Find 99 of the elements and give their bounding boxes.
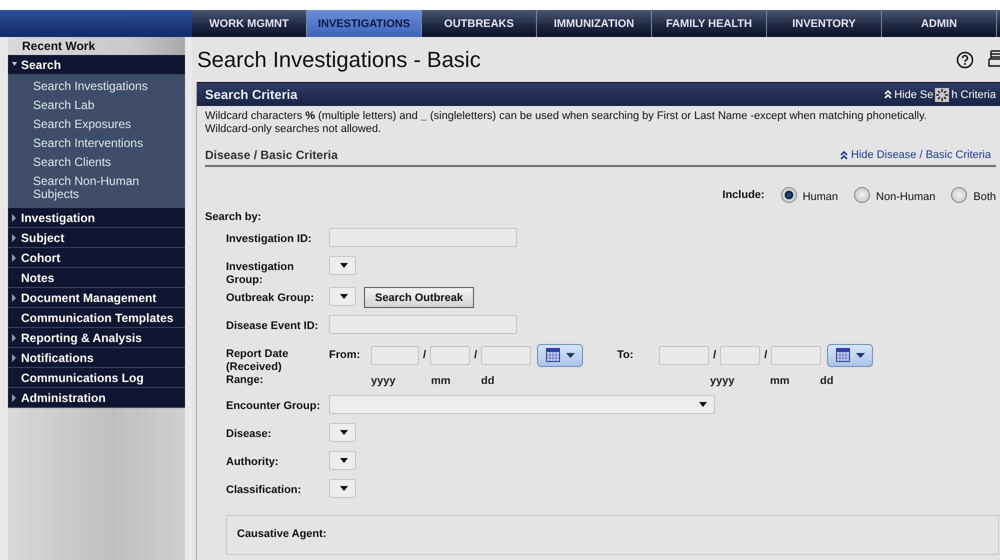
nav-tab[interactable]: FAMILY HEALTH bbox=[652, 10, 767, 37]
nav-tab[interactable]: OUTBREAKS bbox=[422, 10, 537, 37]
causative-agent-label: Causative Agent: bbox=[237, 528, 328, 540]
day-input[interactable] bbox=[771, 346, 822, 364]
date-format-hint: mm bbox=[770, 375, 791, 387]
calendar-icon bbox=[836, 348, 850, 362]
section-title: Disease / Basic Criteria bbox=[205, 148, 338, 162]
date-separator: / bbox=[713, 349, 716, 361]
year-input[interactable] bbox=[659, 346, 710, 364]
date-label: To: bbox=[617, 349, 634, 361]
dropdown-arrow-icon bbox=[566, 352, 575, 358]
calendar-button[interactable] bbox=[827, 344, 874, 366]
loading-spinner-icon bbox=[935, 88, 950, 102]
field-label: Outbreak Group: bbox=[226, 291, 316, 306]
sidebar-item[interactable]: Notifications bbox=[8, 348, 185, 368]
field-label: Disease Event ID: bbox=[226, 319, 320, 334]
dropdown-arrow-icon bbox=[340, 294, 348, 299]
printer-icon[interactable] bbox=[988, 50, 1000, 70]
day-input[interactable] bbox=[481, 346, 532, 364]
sidebar-item[interactable]: Cohort bbox=[8, 248, 185, 268]
sidebar-item[interactable]: Investigation bbox=[8, 208, 185, 228]
month-input[interactable] bbox=[720, 346, 760, 364]
sidebar-subitem[interactable]: Search Interventions bbox=[8, 134, 185, 153]
sidebar-item[interactable]: Subject bbox=[8, 228, 185, 248]
sidebar-item[interactable]: Reporting & Analysis bbox=[8, 328, 185, 348]
calendar-button[interactable] bbox=[537, 344, 584, 366]
date-format-hint: yyyy bbox=[710, 375, 736, 387]
sidebar-item[interactable]: Document Management bbox=[8, 288, 185, 308]
caret-right-icon bbox=[11, 334, 18, 342]
caret-right-icon bbox=[11, 294, 18, 302]
nav-tab[interactable]: INVESTIGATIONS bbox=[307, 10, 422, 37]
radio-label: Human bbox=[802, 191, 838, 203]
dropdown[interactable] bbox=[329, 479, 356, 498]
caret-right-icon bbox=[11, 214, 18, 222]
hide-search-criteria-link[interactable]: Hide Se h Criteria bbox=[884, 88, 996, 102]
sidebar-subitem[interactable]: Search Exposures bbox=[8, 115, 185, 134]
sidebar-item[interactable]: Search bbox=[8, 55, 185, 75]
radio-label: Both bbox=[973, 191, 996, 203]
dropdown-arrow-icon bbox=[340, 430, 348, 435]
dropdown-arrow-icon bbox=[699, 402, 707, 407]
field-label: Disease: bbox=[226, 427, 272, 442]
hide-disease-criteria-link[interactable]: Hide Disease / Basic Criteria bbox=[840, 149, 991, 161]
date-format-hint: dd bbox=[820, 375, 834, 387]
sidebar-subitem[interactable]: Search Clients bbox=[8, 153, 185, 172]
caret-right-icon bbox=[11, 234, 18, 242]
date-format-hint: dd bbox=[481, 375, 496, 387]
caret-down-icon bbox=[11, 62, 18, 68]
radio-button[interactable] bbox=[780, 187, 797, 203]
sidebar-item[interactable]: Notes bbox=[8, 268, 185, 288]
nav-tab[interactable]: INVENTORY bbox=[767, 10, 882, 37]
dropdown[interactable] bbox=[329, 256, 356, 275]
panel-title: Search Criteria bbox=[205, 87, 298, 102]
field-label: Encounter Group: bbox=[226, 399, 322, 414]
date-label: From: bbox=[329, 349, 362, 361]
radio-label: Non-Human bbox=[876, 191, 936, 203]
dropdown[interactable] bbox=[329, 287, 356, 306]
nav-tab[interactable]: WORK MGMNT bbox=[192, 10, 307, 37]
nav-tab[interactable]: ADMIN bbox=[882, 10, 997, 37]
sidebar-item[interactable]: Communication Templates bbox=[8, 308, 185, 328]
dropdown-arrow-icon bbox=[340, 458, 348, 463]
sidebar-subitem[interactable]: Search Lab bbox=[8, 96, 185, 115]
wildcard-note: Wildcard characters % (multiple letters) and _ (singleletters) can be used when searching by First or Last Name -except when matching phonetically. Wildcard-only searches not allowed. bbox=[205, 110, 928, 136]
nav-tab[interactable]: IMMUNIZATION bbox=[537, 10, 652, 37]
dropdown-arrow-icon bbox=[856, 352, 865, 358]
dropdown[interactable] bbox=[329, 451, 356, 470]
caret-right-icon bbox=[11, 254, 18, 262]
date-separator: / bbox=[764, 349, 768, 361]
sidebar-subitem[interactable]: Search Investigations bbox=[8, 77, 185, 96]
search-by-label: Search by: bbox=[205, 211, 262, 223]
radio-button[interactable] bbox=[951, 187, 968, 203]
field-label: Authority: bbox=[226, 455, 280, 470]
sidebar-subitem[interactable]: Search Non-Human Subjects bbox=[8, 172, 185, 204]
field-label: Report Date (Received) Range: bbox=[226, 347, 290, 388]
include-label: Include: bbox=[722, 189, 765, 201]
radio-button[interactable] bbox=[854, 187, 870, 203]
dropdown[interactable] bbox=[329, 423, 356, 442]
calendar-icon bbox=[546, 348, 560, 362]
year-input[interactable] bbox=[371, 346, 419, 364]
sidebar-item[interactable]: Communications Log bbox=[8, 368, 185, 388]
field-label: Investigation ID: bbox=[226, 232, 313, 247]
field-label: Classification: bbox=[226, 483, 302, 498]
field-label: Investigation Group: bbox=[226, 260, 295, 287]
search-outbreak-button[interactable]: Search Outbreak bbox=[364, 287, 474, 308]
date-format-hint: mm bbox=[431, 375, 452, 387]
date-separator: / bbox=[474, 349, 478, 361]
double-chevron-up-icon bbox=[884, 90, 892, 99]
text-input[interactable] bbox=[329, 315, 517, 334]
double-chevron-up-icon bbox=[840, 150, 848, 160]
help-icon[interactable] bbox=[956, 50, 974, 68]
caret-right-icon bbox=[11, 394, 18, 402]
sidebar-item[interactable]: Administration bbox=[8, 388, 185, 408]
page-title: Search Investigations - Basic bbox=[197, 46, 482, 72]
caret-right-icon bbox=[11, 354, 18, 362]
month-input[interactable] bbox=[430, 346, 470, 364]
date-separator: / bbox=[423, 349, 426, 361]
text-input[interactable] bbox=[329, 228, 517, 247]
dropdown-arrow-icon bbox=[340, 263, 348, 268]
date-format-hint: yyyy bbox=[371, 375, 396, 387]
dropdown-arrow-icon bbox=[340, 486, 348, 491]
